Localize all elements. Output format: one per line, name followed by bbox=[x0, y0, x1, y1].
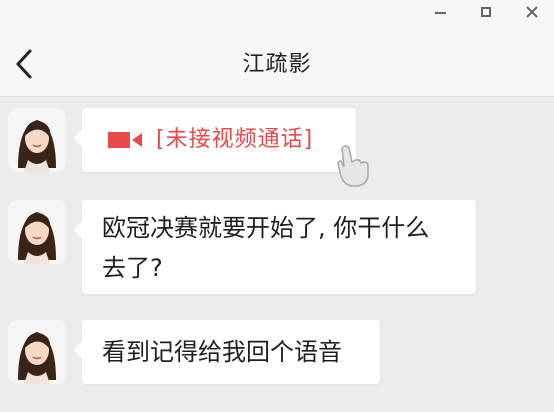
avatar-image bbox=[8, 108, 66, 172]
avatar[interactable] bbox=[8, 200, 66, 264]
missed-call-text: [未接视频通话] bbox=[156, 127, 314, 152]
avatar-image bbox=[8, 320, 66, 384]
text-message-bubble[interactable]: 看到记得给我回个语音 bbox=[74, 320, 380, 384]
message-text: 看到记得给我回个语音 bbox=[102, 338, 342, 366]
minimize-icon bbox=[434, 12, 446, 14]
text-message-bubble[interactable]: 欧冠决赛就要开始了, 你干什么 去了? bbox=[74, 200, 476, 294]
message-line: 欧冠决赛就要开始了, 你干什么 bbox=[102, 214, 430, 242]
title-bar: 江疏影 bbox=[0, 0, 554, 97]
chat-title: 江疏影 bbox=[242, 52, 312, 77]
message-line: 去了? bbox=[102, 254, 163, 282]
bubble-tail bbox=[74, 342, 82, 358]
close-button[interactable] bbox=[512, 0, 552, 24]
bubble-tail bbox=[74, 222, 82, 238]
avatar[interactable] bbox=[8, 320, 66, 384]
avatar[interactable] bbox=[8, 108, 66, 172]
avatar-image bbox=[8, 200, 66, 264]
minimize-button[interactable] bbox=[420, 0, 460, 24]
call-row: [未接视频通话] bbox=[82, 108, 356, 172]
maximize-icon bbox=[481, 7, 491, 17]
video-camera-icon bbox=[106, 128, 144, 152]
missed-video-call-bubble[interactable]: [未接视频通话] bbox=[74, 108, 356, 172]
close-icon bbox=[526, 6, 538, 18]
chat-window: 江疏影 [未接视频通话] 欧冠决赛就要开始了, 你干什么 去了? 看到记得给我回… bbox=[0, 0, 554, 412]
bubble-tail bbox=[74, 130, 82, 146]
maximize-button[interactable] bbox=[466, 0, 506, 24]
hand-cursor-icon bbox=[337, 145, 369, 187]
